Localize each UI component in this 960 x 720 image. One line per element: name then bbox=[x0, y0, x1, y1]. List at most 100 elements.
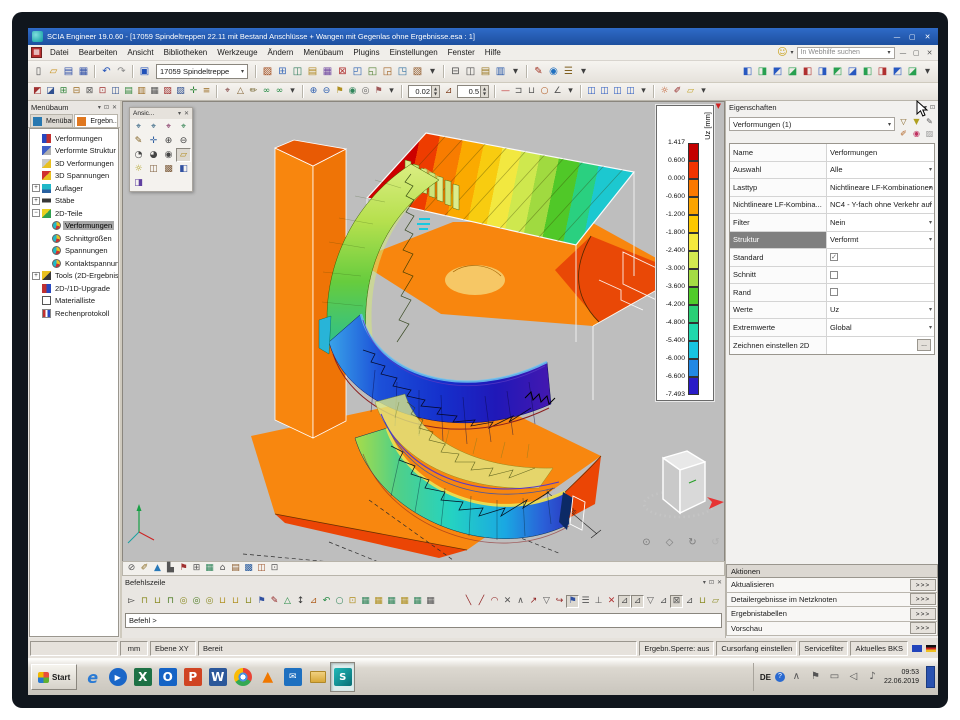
language-indicator[interactable]: DE bbox=[760, 673, 771, 682]
window-icon[interactable]: ▣ bbox=[137, 64, 152, 79]
help-tray-icon[interactable]: ? bbox=[775, 672, 785, 682]
circle-icon[interactable]: ○ bbox=[538, 85, 551, 98]
tree-item-verformungen[interactable]: Verformungen bbox=[30, 132, 118, 145]
viewport-3d-scene[interactable]: 1.105 bbox=[123, 102, 725, 561]
snap-angle-icon[interactable]: ⊿ bbox=[618, 595, 631, 608]
media-player-icon[interactable]: ▶ bbox=[105, 662, 130, 692]
property-value[interactable]: Nichtlineare LF-Kombinationen▾ bbox=[827, 179, 934, 196]
dropdown-caret-icon[interactable]: ▾ bbox=[929, 166, 932, 173]
library-icon[interactable]: ▤ bbox=[305, 64, 320, 79]
view-y-icon[interactable]: ⌖ bbox=[146, 120, 161, 134]
box-icon[interactable]: ⊡ bbox=[268, 562, 281, 575]
column-icon[interactable]: ◎ bbox=[177, 595, 190, 608]
tab-ergebn[interactable]: Ergebn...✕ bbox=[74, 114, 118, 127]
box-icon[interactable]: ⊡ bbox=[346, 595, 359, 608]
more-caret-icon[interactable]: ▾ bbox=[286, 85, 299, 98]
zoom-out-icon[interactable]: ⊖ bbox=[176, 134, 191, 148]
palette-caret-icon[interactable]: ▾ bbox=[178, 110, 181, 117]
property-value[interactable]: NC4 - Y-fach ohne Verkehr auf Decken▾ bbox=[827, 197, 934, 214]
table-icon[interactable]: ◰ bbox=[350, 64, 365, 79]
tab-men-baum[interactable]: Menübaum bbox=[30, 114, 73, 127]
mdi-restore-button[interactable]: ▢ bbox=[911, 49, 922, 57]
layout-icon[interactable]: ◧ bbox=[800, 64, 815, 79]
pencil-icon[interactable]: ✏ bbox=[247, 85, 260, 98]
tree-item-verformte-struktur[interactable]: Verformte Struktur bbox=[30, 145, 118, 158]
delete-icon[interactable]: ✕ bbox=[501, 595, 514, 608]
line-icon[interactable]: ╱ bbox=[475, 595, 488, 608]
properties-selector-dropdown[interactable]: Verformungen (1) ▾ bbox=[729, 117, 895, 131]
dropdown-caret-icon[interactable]: ▾ bbox=[929, 219, 932, 226]
volume-icon[interactable]: ♪ bbox=[865, 670, 880, 685]
catalog-icon[interactable]: ◲ bbox=[380, 64, 395, 79]
menu-plugins[interactable]: Plugins bbox=[348, 47, 384, 58]
select-cursor-icon[interactable]: ▻ bbox=[125, 595, 138, 608]
excel-icon[interactable]: X bbox=[130, 662, 155, 692]
snap-angle-icon[interactable]: ⊿ bbox=[683, 595, 696, 608]
render-icon[interactable]: ◧ bbox=[176, 162, 191, 176]
layout-icon[interactable]: ◨ bbox=[755, 64, 770, 79]
select-tool-icon[interactable]: △ bbox=[234, 85, 247, 98]
table-icon[interactable]: ▦ bbox=[398, 595, 411, 608]
menu-datei[interactable]: Datei bbox=[45, 47, 74, 58]
beam-icon[interactable]: ⊓ bbox=[164, 595, 177, 608]
menu-bibliotheken[interactable]: Bibliotheken bbox=[159, 47, 213, 58]
save-all-icon[interactable]: ▦ bbox=[76, 64, 91, 79]
result-tool-icon[interactable]: ▦ bbox=[148, 85, 161, 98]
view-z-icon[interactable]: ⌖ bbox=[161, 120, 176, 134]
zoom-in-icon[interactable]: ⊕ bbox=[161, 134, 176, 148]
result-tool-icon[interactable]: ◫ bbox=[109, 85, 122, 98]
menu-men-baum[interactable]: Menübaum bbox=[298, 47, 348, 58]
copy-icon[interactable]: ⊞ bbox=[275, 64, 290, 79]
snap-tri-icon[interactable]: ▽ bbox=[644, 595, 657, 608]
snap-distance-spinner[interactable]: 0.02 ▲▼ bbox=[408, 85, 440, 98]
color-wheel-icon[interactable]: ◉ bbox=[911, 128, 922, 139]
history-icon[interactable]: ◫ bbox=[290, 64, 305, 79]
result-tool-icon[interactable]: ⊠ bbox=[83, 85, 96, 98]
expander-icon[interactable]: + bbox=[32, 272, 40, 280]
title-bar[interactable]: SCIA Engineer 19.0.60 - [17059 Spindeltr… bbox=[28, 28, 938, 45]
annotate-icon[interactable]: ✐ bbox=[138, 562, 151, 575]
more-caret-icon[interactable]: ▾ bbox=[385, 85, 398, 98]
more-caret-icon[interactable]: ▾ bbox=[920, 64, 935, 79]
vlc-icon[interactable]: ▲ bbox=[255, 662, 280, 692]
result-tool-icon[interactable]: ✛ bbox=[187, 85, 200, 98]
property-value[interactable]: Verformungen bbox=[827, 144, 934, 161]
action-more-button[interactable]: >>> bbox=[910, 593, 936, 605]
internet-explorer-icon[interactable]: e bbox=[80, 662, 105, 692]
link-icon[interactable]: ∞ bbox=[260, 85, 273, 98]
tree-item-kontaktspannungen[interactable]: Kontaktspannungen bbox=[30, 257, 118, 270]
search-caret-icon[interactable]: ▾ bbox=[888, 49, 891, 56]
action-more-button[interactable]: >>> bbox=[910, 608, 936, 620]
edit-icon[interactable]: ✎ bbox=[268, 595, 281, 608]
tree-item-rechenprotokoll[interactable]: Rechenprotokoll bbox=[30, 307, 118, 320]
snap-node-icon[interactable]: ⊔ bbox=[696, 595, 709, 608]
panel-pin-icon[interactable]: ⊡ bbox=[709, 579, 714, 586]
node-icon[interactable]: ⊓ bbox=[138, 595, 151, 608]
action-aktualisieren[interactable]: Aktualisieren>>> bbox=[726, 578, 938, 593]
mdi-close-button[interactable]: ✕ bbox=[924, 49, 935, 57]
layers-icon[interactable]: ▦ bbox=[320, 64, 335, 79]
layout-icon[interactable]: ◪ bbox=[905, 64, 920, 79]
line-icon[interactable]: ╲ bbox=[462, 595, 475, 608]
new-icon[interactable]: ▯ bbox=[31, 64, 46, 79]
edit-view-icon[interactable]: ✎ bbox=[131, 134, 146, 148]
project-dropdown[interactable]: 17059 Spindeltreppe ▾ bbox=[156, 64, 248, 79]
database-icon[interactable]: ◳ bbox=[395, 64, 410, 79]
camera-save-icon[interactable]: ▩ bbox=[161, 162, 176, 176]
result-tool-icon[interactable]: ⊟ bbox=[70, 85, 83, 98]
table-icon[interactable]: ▦ bbox=[385, 595, 398, 608]
property-value[interactable]: Global▾ bbox=[827, 319, 934, 336]
menu-ansicht[interactable]: Ansicht bbox=[122, 47, 158, 58]
panel-close-icon[interactable]: ✕ bbox=[112, 104, 117, 111]
chart-icon[interactable]: ▙ bbox=[164, 562, 177, 575]
clipboard-icon[interactable]: ◫ bbox=[585, 85, 598, 98]
clipboard-icon[interactable]: ◫ bbox=[624, 85, 637, 98]
dropdown-caret-icon[interactable]: ▾ bbox=[929, 236, 932, 243]
dropdown-caret-icon[interactable]: ▾ bbox=[929, 324, 932, 331]
table-icon[interactable]: ▦ bbox=[359, 595, 372, 608]
display-icon[interactable]: ▭ bbox=[827, 670, 842, 685]
arc-icon[interactable]: ◠ bbox=[488, 595, 501, 608]
layout-icon[interactable]: ◧ bbox=[860, 64, 875, 79]
menu-ndern[interactable]: Ändern bbox=[263, 47, 299, 58]
tri-icon[interactable]: ▽ bbox=[540, 595, 553, 608]
